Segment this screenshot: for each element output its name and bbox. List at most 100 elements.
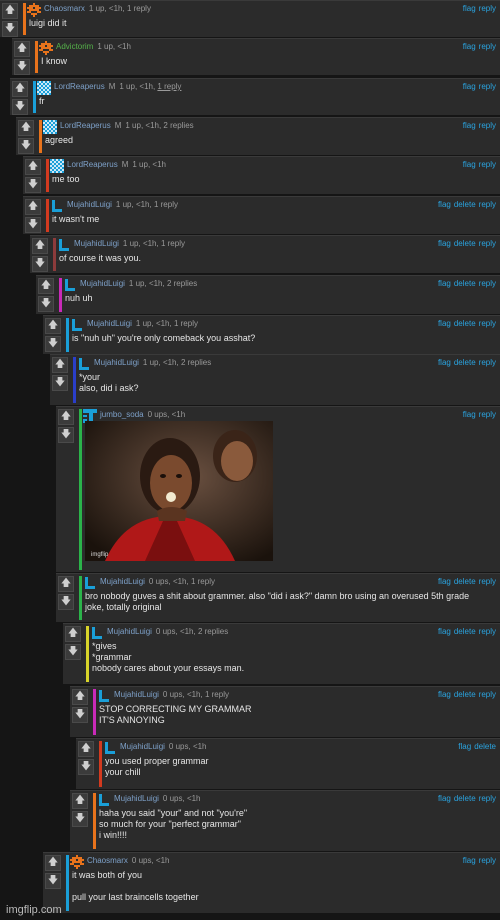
username[interactable]: Chaosmarx [44, 4, 85, 13]
reply-link[interactable]: reply [479, 856, 496, 865]
down-arrow-icon[interactable]: 🡇 [12, 99, 28, 115]
username[interactable]: LordReaperus [60, 121, 111, 130]
username[interactable]: MujahidLuigi [87, 319, 132, 328]
reply-link[interactable]: reply [479, 690, 496, 699]
up-arrow-icon[interactable]: 🡅 [58, 409, 74, 425]
avatar[interactable] [77, 357, 91, 371]
avatar[interactable] [63, 278, 77, 292]
flag-link[interactable]: flag [438, 794, 451, 803]
username[interactable]: MujahidLuigi [114, 690, 159, 699]
up-arrow-icon[interactable]: 🡅 [25, 159, 41, 175]
flag-link[interactable]: flag [458, 742, 471, 751]
up-arrow-icon[interactable]: 🡅 [25, 199, 41, 215]
down-arrow-icon[interactable]: 🡇 [65, 644, 81, 660]
username[interactable]: Advictorim [56, 42, 93, 51]
avatar[interactable] [70, 318, 84, 332]
flag-link[interactable]: flag [438, 200, 451, 209]
down-arrow-icon[interactable]: 🡇 [14, 59, 30, 75]
up-arrow-icon[interactable]: 🡅 [72, 793, 88, 809]
avatar[interactable] [43, 120, 57, 134]
delete-link[interactable]: delete [474, 742, 496, 751]
username[interactable]: Chaosmarx [87, 856, 128, 865]
username[interactable]: MujahidLuigi [120, 742, 165, 751]
avatar[interactable] [103, 741, 117, 755]
up-arrow-icon[interactable]: 🡅 [38, 278, 54, 294]
avatar[interactable] [39, 41, 53, 55]
down-arrow-icon[interactable]: 🡇 [18, 138, 34, 154]
username[interactable]: LordReaperus [54, 82, 105, 91]
username[interactable]: MujahidLuigi [74, 239, 119, 248]
down-arrow-icon[interactable]: 🡇 [2, 21, 18, 37]
avatar[interactable] [37, 81, 51, 95]
username[interactable]: LordReaperus [67, 160, 118, 169]
down-arrow-icon[interactable]: 🡇 [45, 873, 61, 889]
reply-link[interactable]: reply [479, 410, 496, 419]
flag-link[interactable]: flag [463, 856, 476, 865]
avatar[interactable] [90, 626, 104, 640]
up-arrow-icon[interactable]: 🡅 [45, 855, 61, 871]
delete-link[interactable]: delete [454, 577, 476, 586]
flag-link[interactable]: flag [463, 4, 476, 13]
delete-link[interactable]: delete [454, 794, 476, 803]
username[interactable]: MujahidLuigi [107, 627, 152, 636]
up-arrow-icon[interactable]: 🡅 [32, 238, 48, 254]
flag-link[interactable]: flag [463, 410, 476, 419]
delete-link[interactable]: delete [454, 358, 476, 367]
flag-link[interactable]: flag [463, 121, 476, 130]
avatar[interactable] [97, 793, 111, 807]
down-arrow-icon[interactable]: 🡇 [78, 759, 94, 775]
reply-link[interactable]: reply [479, 627, 496, 636]
replies-link[interactable]: 1 reply [157, 82, 181, 91]
reply-link[interactable]: reply [479, 200, 496, 209]
username[interactable]: MujahidLuigi [114, 794, 159, 803]
down-arrow-icon[interactable]: 🡇 [45, 336, 61, 352]
username[interactable]: MujahidLuigi [94, 358, 139, 367]
avatar[interactable] [50, 199, 64, 213]
reply-link[interactable]: reply [479, 42, 496, 51]
avatar[interactable] [83, 576, 97, 590]
reply-link[interactable]: reply [479, 319, 496, 328]
down-arrow-icon[interactable]: 🡇 [72, 811, 88, 827]
flag-link[interactable]: flag [438, 577, 451, 586]
up-arrow-icon[interactable]: 🡅 [2, 3, 18, 19]
reply-link[interactable]: reply [479, 794, 496, 803]
flag-link[interactable]: flag [438, 239, 451, 248]
reply-link[interactable]: reply [479, 239, 496, 248]
username[interactable]: jumbo_soda [100, 410, 144, 419]
flag-link[interactable]: flag [463, 42, 476, 51]
up-arrow-icon[interactable]: 🡅 [18, 120, 34, 136]
up-arrow-icon[interactable]: 🡅 [12, 81, 28, 97]
flag-link[interactable]: flag [438, 319, 451, 328]
delete-link[interactable]: delete [454, 279, 476, 288]
avatar[interactable] [57, 238, 71, 252]
up-arrow-icon[interactable]: 🡅 [14, 41, 30, 57]
flag-link[interactable]: flag [438, 279, 451, 288]
down-arrow-icon[interactable]: 🡇 [72, 707, 88, 723]
up-arrow-icon[interactable]: 🡅 [52, 357, 68, 373]
username[interactable]: MujahidLuigi [100, 577, 145, 586]
flag-link[interactable]: flag [463, 82, 476, 91]
avatar[interactable] [27, 3, 41, 17]
delete-link[interactable]: delete [454, 239, 476, 248]
up-arrow-icon[interactable]: 🡅 [72, 689, 88, 705]
avatar[interactable] [50, 159, 64, 173]
up-arrow-icon[interactable]: 🡅 [45, 318, 61, 334]
down-arrow-icon[interactable]: 🡇 [58, 594, 74, 610]
down-arrow-icon[interactable]: 🡇 [25, 217, 41, 233]
delete-link[interactable]: delete [454, 690, 476, 699]
up-arrow-icon[interactable]: 🡅 [78, 741, 94, 757]
up-arrow-icon[interactable]: 🡅 [65, 626, 81, 642]
flag-link[interactable]: flag [438, 358, 451, 367]
flag-link[interactable]: flag [438, 627, 451, 636]
avatar[interactable] [70, 855, 84, 869]
flag-link[interactable]: flag [438, 690, 451, 699]
popcorn-gif-image[interactable]: imgflip [85, 421, 273, 561]
reply-link[interactable]: reply [479, 160, 496, 169]
down-arrow-icon[interactable]: 🡇 [38, 296, 54, 312]
delete-link[interactable]: delete [454, 319, 476, 328]
reply-link[interactable]: reply [479, 358, 496, 367]
reply-link[interactable]: reply [479, 82, 496, 91]
avatar[interactable] [97, 689, 111, 703]
username[interactable]: MujahidLuigi [80, 279, 125, 288]
up-arrow-icon[interactable]: 🡅 [58, 576, 74, 592]
